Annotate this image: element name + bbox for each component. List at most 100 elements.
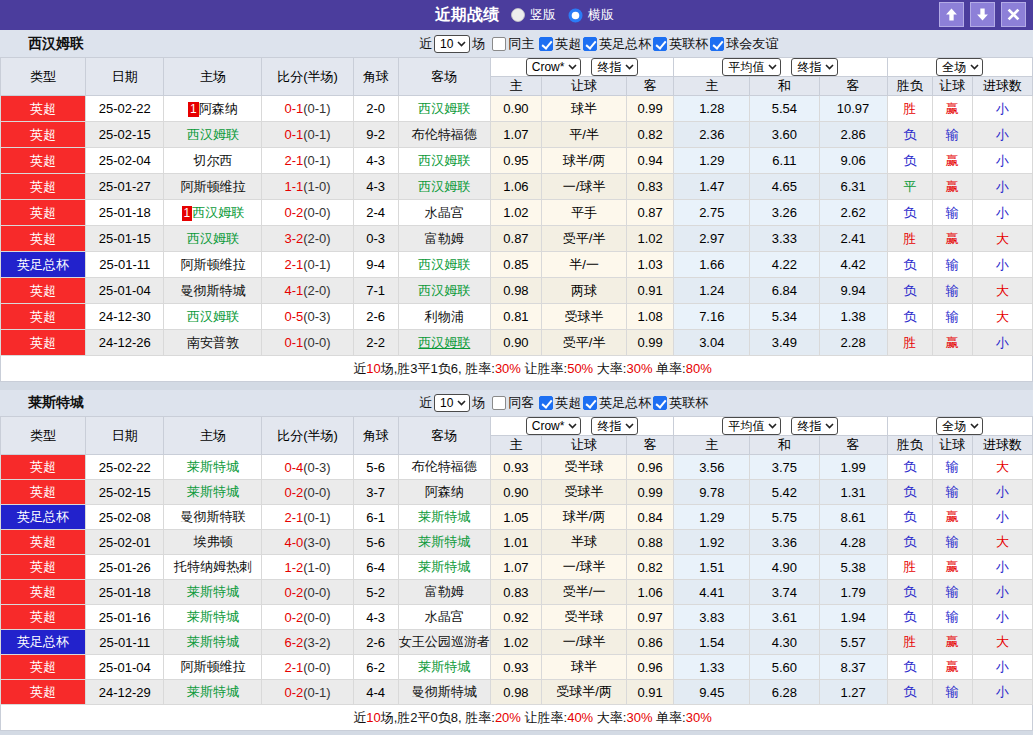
away-team[interactable]: 西汉姆联: [398, 174, 490, 200]
avg-odds-away: 2.28: [819, 330, 887, 356]
league-checkbox[interactable]: [583, 396, 597, 410]
home-team[interactable]: 莱斯特城: [164, 480, 262, 505]
avg-odds-away: 5.38: [819, 555, 887, 580]
away-team[interactable]: 富勒姆: [398, 580, 490, 605]
handicap-odds-away: 1.06: [627, 580, 674, 605]
away-team[interactable]: 莱斯特城: [398, 555, 490, 580]
corner-count: 6-4: [353, 555, 398, 580]
home-team[interactable]: 南安普敦: [164, 330, 262, 356]
avg-odds-home: 4.41: [674, 580, 750, 605]
handicap-odds-away: 0.86: [627, 630, 674, 655]
away-team[interactable]: 西汉姆联: [398, 330, 490, 356]
same-venue-checkbox[interactable]: [492, 37, 506, 51]
result-goals: 小: [972, 555, 1032, 580]
result-goals: 大: [972, 304, 1032, 330]
result-outcome: 负: [887, 455, 932, 480]
away-team[interactable]: 富勒姆: [398, 226, 490, 252]
league-checkbox[interactable]: [583, 37, 597, 51]
home-team[interactable]: 莱斯特城: [164, 680, 262, 705]
league-checkbox[interactable]: [539, 396, 553, 410]
home-team[interactable]: 曼彻斯特联: [164, 505, 262, 530]
home-team[interactable]: 阿斯顿维拉: [164, 174, 262, 200]
away-team[interactable]: 莱斯特城: [398, 530, 490, 555]
home-team[interactable]: 托特纳姆热刺: [164, 555, 262, 580]
avg-odds-draw: 3.75: [750, 455, 819, 480]
away-team[interactable]: 水晶宫: [398, 200, 490, 226]
avg-odds-draw: 4.65: [750, 174, 819, 200]
away-team[interactable]: 西汉姆联: [398, 96, 490, 122]
match-row: 英足总杯25-01-11阿斯顿维拉2-1(0-1)9-4西汉姆联0.85半/一1…: [1, 252, 1033, 278]
away-team[interactable]: 女王公园巡游者: [398, 630, 490, 655]
handicap-odds-home: 0.81: [490, 304, 541, 330]
avg-odds-home: 7.16: [674, 304, 750, 330]
home-team[interactable]: 1西汉姆联: [164, 200, 262, 226]
away-team[interactable]: 西汉姆联: [398, 148, 490, 174]
avg-odds-away: 4.42: [819, 252, 887, 278]
home-team[interactable]: 莱斯特城: [164, 630, 262, 655]
away-team[interactable]: 莱斯特城: [398, 505, 490, 530]
europe-odds-group-header: 平均值终指: [674, 417, 887, 436]
home-team[interactable]: 西汉姆联: [164, 226, 262, 252]
result-handicap: 赢: [932, 148, 972, 174]
home-team[interactable]: 莱斯特城: [164, 455, 262, 480]
odds-time-select[interactable]: 终指: [591, 417, 638, 435]
league-checkbox[interactable]: [653, 37, 667, 51]
match-row: 英足总杯25-02-08曼彻斯特联2-1(0-1)6-1莱斯特城1.05球半/两…: [1, 505, 1033, 530]
bookmaker-select[interactable]: Crow*: [526, 58, 582, 76]
recent-count-select[interactable]: 10: [434, 35, 470, 53]
home-team[interactable]: 西汉姆联: [164, 122, 262, 148]
away-team[interactable]: 阿森纳: [398, 480, 490, 505]
away-team[interactable]: 布伦特福德: [398, 122, 490, 148]
recent-count-select[interactable]: 10: [434, 394, 470, 412]
close-button[interactable]: [1001, 2, 1026, 27]
move-down-button[interactable]: [970, 2, 995, 27]
radio-horizontal-layout[interactable]: 横版: [568, 6, 614, 24]
period-select[interactable]: 全场: [936, 58, 983, 76]
away-team[interactable]: 西汉姆联: [398, 252, 490, 278]
odds-time-select2[interactable]: 终指: [791, 58, 838, 76]
sub-column-header: 客: [819, 436, 887, 455]
odds-time-select2[interactable]: 终指: [791, 417, 838, 435]
home-team[interactable]: 阿斯顿维拉: [164, 655, 262, 680]
home-team[interactable]: 曼彻斯特城: [164, 278, 262, 304]
avg-odds-select[interactable]: 平均值: [722, 58, 781, 76]
home-team[interactable]: 1阿森纳: [164, 96, 262, 122]
corner-count: 5-6: [353, 530, 398, 555]
avg-odds-select[interactable]: 平均值: [722, 417, 781, 435]
away-team[interactable]: 利物浦: [398, 304, 490, 330]
home-team[interactable]: 莱斯特城: [164, 605, 262, 630]
odds-time-select[interactable]: 终指: [591, 58, 638, 76]
away-team[interactable]: 曼彻斯特城: [398, 680, 490, 705]
away-team[interactable]: 莱斯特城: [398, 655, 490, 680]
league-checkbox[interactable]: [710, 37, 724, 51]
corner-count: 5-2: [353, 580, 398, 605]
league-checkbox[interactable]: [653, 396, 667, 410]
title-bar: 近期战绩 竖版 横版: [0, 0, 1033, 30]
radio-vertical-layout[interactable]: 竖版: [511, 6, 556, 24]
handicap-odds-away: 0.91: [627, 680, 674, 705]
away-team[interactable]: 水晶宫: [398, 605, 490, 630]
league-type-badge: 英超: [1, 148, 86, 174]
corner-count: 9-2: [353, 122, 398, 148]
away-team[interactable]: 西汉姆联: [398, 278, 490, 304]
away-team[interactable]: 布伦特福德: [398, 455, 490, 480]
period-select[interactable]: 全场: [936, 417, 983, 435]
league-type-badge: 英超: [1, 304, 86, 330]
same-venue-checkbox[interactable]: [492, 396, 506, 410]
team-name: 西汉姆联: [28, 35, 84, 53]
bookmaker-select[interactable]: Crow*: [526, 417, 582, 435]
home-team[interactable]: 埃弗顿: [164, 530, 262, 555]
avg-odds-draw: 3.36: [750, 530, 819, 555]
league-checkbox[interactable]: [539, 37, 553, 51]
corner-count: 2-6: [353, 630, 398, 655]
home-team[interactable]: 切尔西: [164, 148, 262, 174]
home-team[interactable]: 阿斯顿维拉: [164, 252, 262, 278]
match-date: 24-12-29: [86, 680, 164, 705]
move-up-button[interactable]: [939, 2, 964, 27]
home-team[interactable]: 莱斯特城: [164, 580, 262, 605]
handicap-odds-home: 1.05: [490, 505, 541, 530]
match-date: 25-01-11: [86, 630, 164, 655]
avg-odds-draw: 4.90: [750, 555, 819, 580]
home-team[interactable]: 西汉姆联: [164, 304, 262, 330]
radio-unselected-icon: [511, 8, 525, 22]
